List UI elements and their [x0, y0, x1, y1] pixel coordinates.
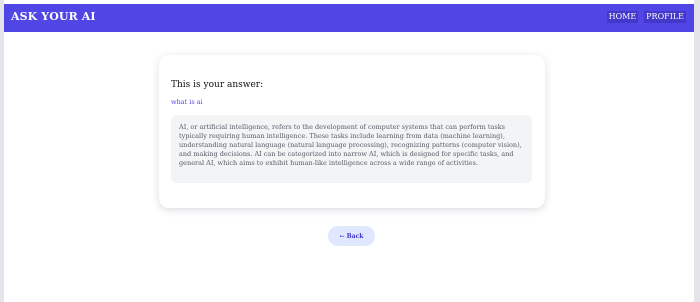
question-text: what is ai — [171, 98, 203, 106]
answer-heading: This is your answer: — [171, 80, 264, 90]
nav-links: HOME PROFILE — [606, 11, 686, 23]
nav-profile-link[interactable]: PROFILE — [644, 11, 686, 23]
answer-box: AI, or artificial intelligence, refers t… — [171, 115, 532, 183]
window-frame-left — [0, 0, 4, 302]
back-button[interactable]: ← Back — [328, 226, 375, 246]
brand-logo[interactable]: ASK YOUR AI — [11, 10, 96, 23]
window-frame-right — [694, 0, 700, 302]
nav-home-link[interactable]: HOME — [606, 11, 639, 23]
navbar: ASK YOUR AI HOME PROFILE — [4, 4, 694, 32]
answer-card: This is your answer: what is ai AI, or a… — [159, 55, 545, 208]
arrow-left-icon: ← — [339, 232, 345, 240]
back-button-label: Back — [346, 232, 364, 240]
answer-text: AI, or artificial intelligence, refers t… — [179, 123, 522, 167]
